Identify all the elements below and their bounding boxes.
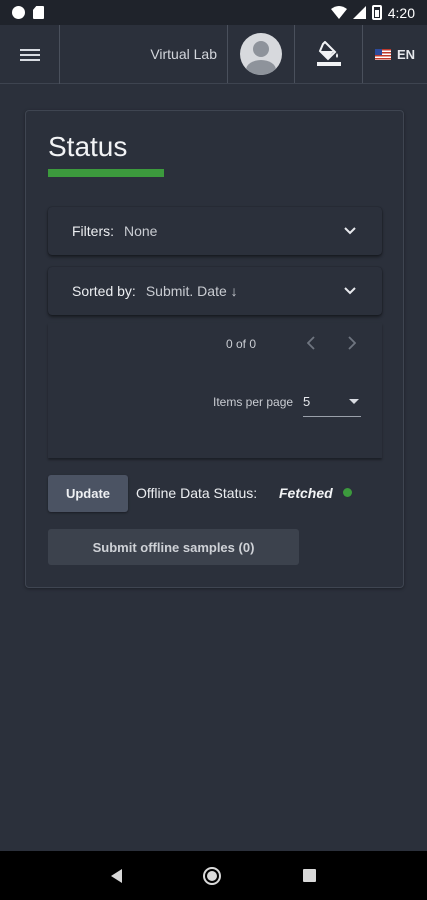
chevron-down-icon — [342, 223, 358, 239]
sort-value: Submit. Date ↓ — [145, 283, 238, 299]
chevron-right-icon — [348, 336, 356, 350]
page-title: Status — [48, 131, 128, 162]
language-label: EN — [396, 46, 416, 62]
page-range: 0 of 0 — [226, 337, 257, 351]
filters-panel[interactable]: Filters: None — [48, 207, 382, 255]
items-per-page-value: 5 — [303, 394, 311, 409]
navigation-bar — [0, 851, 427, 900]
app-bar: Virtual Lab EN — [0, 25, 427, 84]
offline-status-label: Offline Data Status: — [136, 485, 258, 501]
submit-offline-samples-button[interactable]: Submit offline samples (0) — [48, 529, 299, 565]
update-button[interactable]: Update — [48, 475, 128, 512]
dropdown-arrow-icon — [349, 399, 359, 404]
paginator: 0 of 0 Items per page 5 — [48, 323, 382, 458]
status-card: Status Filters: None Sorted by: Submit. … — [25, 110, 404, 588]
status-bar: 4:20 — [0, 0, 427, 25]
status-time: 4:20 — [387, 4, 415, 21]
paint-bucket-icon — [316, 41, 341, 66]
language-button[interactable]: EN — [363, 25, 427, 83]
chevron-down-icon — [342, 283, 358, 299]
filters-value: None — [124, 223, 158, 239]
sort-panel[interactable]: Sorted by: Submit. Date ↓ — [48, 267, 382, 315]
items-per-page-select[interactable]: 5 — [303, 387, 361, 417]
home-icon[interactable] — [203, 866, 222, 885]
app-title: Virtual Lab — [60, 25, 228, 83]
offline-status-value: Fetched — [279, 485, 333, 501]
notification-dot-icon — [12, 6, 25, 19]
previous-page-button[interactable] — [301, 333, 321, 353]
filters-label: Filters: — [72, 223, 114, 239]
theme-button[interactable] — [295, 25, 363, 83]
wifi-icon — [330, 6, 347, 19]
menu-button[interactable] — [0, 25, 60, 84]
sort-label: Sorted by: — [72, 283, 136, 299]
avatar-icon — [240, 33, 282, 75]
battery-icon — [371, 5, 382, 20]
hamburger-icon — [19, 46, 40, 64]
signal-icon — [352, 6, 366, 19]
title-underline — [48, 169, 164, 177]
next-page-button[interactable] — [342, 333, 362, 353]
back-icon[interactable] — [110, 868, 122, 883]
profile-button[interactable] — [228, 25, 295, 83]
recent-apps-icon[interactable] — [303, 869, 317, 882]
status-indicator-dot — [343, 488, 352, 497]
sd-card-icon — [33, 6, 44, 19]
us-flag-icon — [374, 48, 391, 60]
chevron-left-icon — [307, 336, 315, 350]
items-per-page-label: Items per page — [213, 395, 294, 409]
